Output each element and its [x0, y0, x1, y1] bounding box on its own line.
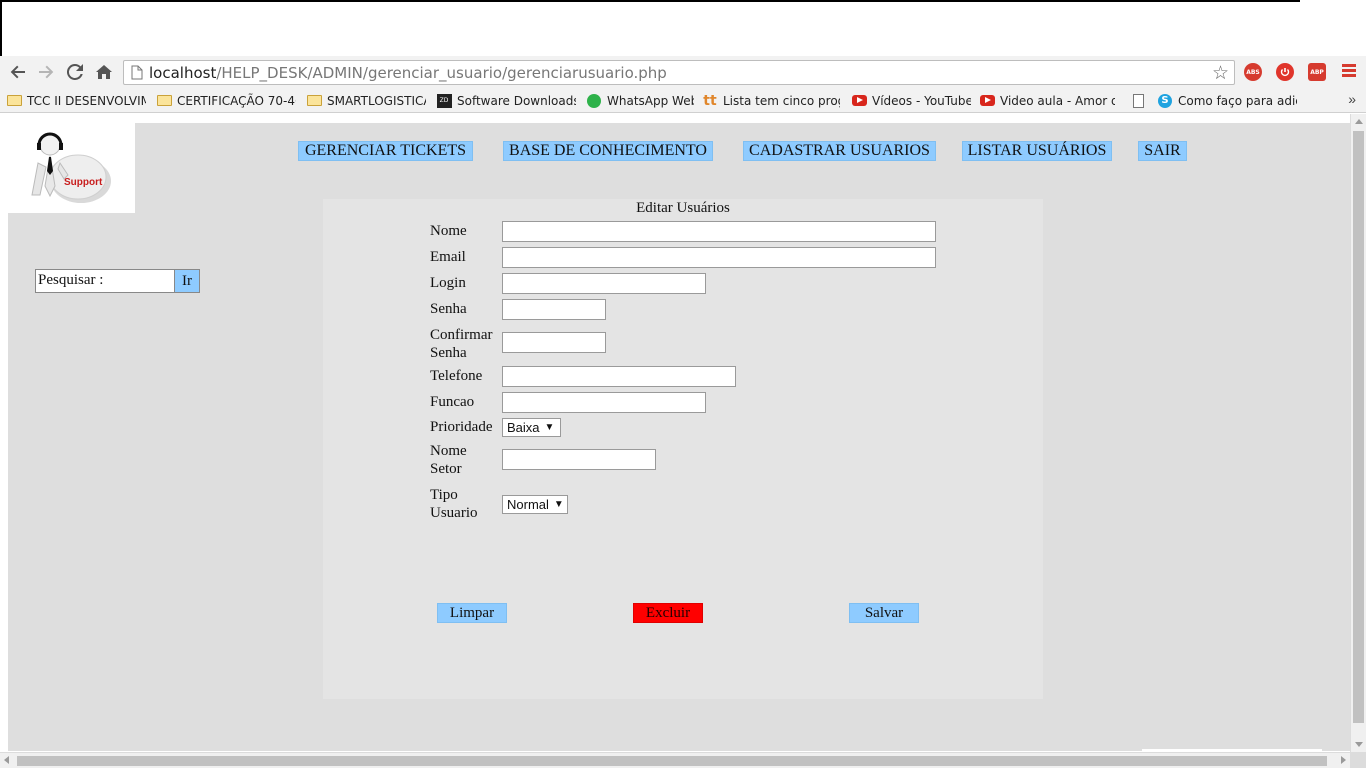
prioridade-value: Baixa	[507, 420, 540, 435]
page-viewport: Support GERENCIAR TICKETS BASE DE CONHEC…	[0, 114, 1366, 768]
prioridade-label: Prioridade	[430, 419, 493, 435]
bookmark-item[interactable]	[1130, 92, 1150, 109]
confirmar-senha-label: Confirmar Senha	[430, 327, 493, 361]
search-go-button[interactable]: Ir	[174, 269, 200, 293]
youtube-icon	[851, 95, 867, 106]
document-icon	[1132, 93, 1144, 108]
page-icon	[131, 65, 143, 80]
nav-cadastrar-usuarios[interactable]: CADASTRAR USUARIOS	[743, 141, 936, 161]
support-logo: Support	[8, 123, 135, 213]
home-icon	[96, 65, 112, 79]
scroll-up-icon[interactable]	[1355, 119, 1363, 124]
bookmark-label: SMARTLOGISTICA	[327, 93, 426, 108]
telefone-input[interactable]	[502, 366, 736, 387]
horizontal-scrollbar[interactable]	[0, 752, 1350, 768]
email-label: Email	[430, 249, 466, 265]
scroll-right-icon[interactable]	[1341, 756, 1346, 764]
nav-sair[interactable]: SAIR	[1138, 141, 1187, 161]
confirmar-senha-input[interactable]	[502, 332, 606, 353]
nav-gerenciar-tickets[interactable]: GERENCIAR TICKETS	[298, 141, 473, 161]
browser-toolbar: localhost/HELP_DESK/ADMIN/gerenciar_usua…	[0, 56, 1366, 88]
tt-icon: tt	[703, 92, 717, 109]
bookmark-label: Como faço para adicio	[1178, 93, 1297, 108]
email-input[interactable]	[502, 247, 936, 268]
bookmark-label: TCC II DESENVOLVIME	[27, 93, 146, 108]
browser-menu-icon[interactable]	[1342, 64, 1356, 78]
bookmark-label: Video aula - Amor de	[1000, 93, 1115, 108]
scroll-left-icon[interactable]	[4, 756, 9, 764]
bookmark-item[interactable]: S Como faço para adicio	[1157, 92, 1297, 109]
form-title: Editar Usuários	[636, 200, 730, 216]
bookmark-item[interactable]: CERTIFICAÇÃO 70-46	[156, 92, 296, 109]
forward-button[interactable]	[34, 60, 58, 84]
back-button[interactable]	[6, 60, 30, 84]
login-label: Login	[430, 275, 466, 291]
back-arrow-icon	[10, 65, 25, 79]
login-input[interactable]	[502, 273, 706, 294]
salvar-button[interactable]: Salvar	[849, 603, 919, 623]
bookmark-label: Vídeos - YouTube	[872, 93, 971, 108]
scroll-down-icon[interactable]	[1355, 742, 1363, 747]
scrollbar-corner	[1350, 752, 1366, 768]
nav-base-de-conhecimento[interactable]: BASE DE CONHECIMENTO	[503, 141, 713, 161]
nome-label: Nome	[430, 223, 467, 239]
window-left-edge	[0, 0, 2, 56]
zd-icon: ZD	[436, 93, 452, 108]
skype-icon: S	[1158, 93, 1172, 108]
whatsapp-icon	[587, 93, 601, 108]
more-bookmarks-icon[interactable]: »	[1348, 91, 1356, 107]
telefone-label: Telefone	[430, 368, 483, 384]
prioridade-select[interactable]: Baixa ▼	[502, 418, 561, 437]
bookmark-item[interactable]: TCC II DESENVOLVIME	[6, 92, 146, 109]
bookmark-item[interactable]: Vídeos - YouTube	[851, 92, 971, 109]
stop-icon[interactable]	[1276, 63, 1294, 81]
edit-user-form: Editar Usuários Nome Email Login Senha C…	[323, 199, 1043, 699]
bookmark-label: Software Downloads |	[457, 93, 576, 108]
bookmark-item[interactable]: tt Lista tem cinco progra	[702, 92, 840, 109]
svg-text:Support: Support	[64, 177, 103, 188]
vertical-scrollbar[interactable]	[1350, 114, 1366, 752]
nome-setor-label: Nome Setor	[430, 443, 467, 477]
adblock-icon[interactable]: ABP	[1308, 63, 1326, 81]
bookmark-label: Lista tem cinco progra	[723, 93, 840, 108]
reload-icon	[67, 64, 83, 80]
tipo-usuario-value: Normal	[507, 497, 549, 512]
senha-input[interactable]	[502, 299, 606, 320]
reload-button[interactable]	[63, 60, 87, 84]
bookmark-label: WhatsApp Web	[607, 93, 694, 108]
dropdown-arrow-icon: ▼	[553, 499, 564, 510]
home-button[interactable]	[92, 60, 116, 84]
nav-listar-usuarios[interactable]: LISTAR USUÁRIOS	[962, 141, 1112, 161]
address-bar[interactable]: localhost/HELP_DESK/ADMIN/gerenciar_usua…	[123, 60, 1235, 85]
funcao-input[interactable]	[502, 392, 706, 413]
tipo-usuario-select[interactable]: Normal ▼	[502, 495, 568, 514]
folder-icon	[156, 95, 172, 106]
limpar-button[interactable]: Limpar	[437, 603, 507, 623]
bookmark-label: CERTIFICAÇÃO 70-46	[177, 93, 296, 108]
dropdown-arrow-icon: ▼	[544, 422, 555, 433]
bookmark-item[interactable]: ZD Software Downloads |	[436, 92, 576, 109]
folder-icon	[6, 95, 22, 106]
scroll-thumb[interactable]	[17, 756, 1327, 766]
senha-label: Senha	[430, 301, 467, 317]
youtube-icon	[979, 95, 995, 106]
bookmark-item[interactable]: Video aula - Amor de	[979, 92, 1115, 109]
bookmark-item[interactable]: SMARTLOGISTICA	[306, 92, 426, 109]
nome-input[interactable]	[502, 221, 936, 242]
bookmark-item[interactable]: WhatsApp Web	[586, 92, 694, 109]
bookmark-star-icon[interactable]: ☆	[1212, 62, 1229, 85]
search-input[interactable]: Pesquisar :	[35, 269, 175, 293]
page-body: Support GERENCIAR TICKETS BASE DE CONHEC…	[8, 123, 1350, 759]
scroll-thumb[interactable]	[1353, 131, 1364, 723]
tipo-usuario-label: Tipo Usuario	[430, 487, 478, 521]
excluir-button[interactable]: Excluir	[633, 603, 703, 623]
window-top-edge	[0, 0, 1300, 2]
funcao-label: Funcao	[430, 394, 475, 410]
forward-arrow-icon	[39, 65, 54, 79]
abs-icon[interactable]: ABS	[1244, 63, 1262, 81]
url-text: localhost/HELP_DESK/ADMIN/gerenciar_usua…	[149, 64, 667, 82]
folder-icon	[306, 95, 322, 106]
nome-setor-input[interactable]	[502, 449, 656, 470]
bookmarks-bar: TCC II DESENVOLVIME CERTIFICAÇÃO 70-46 S…	[0, 88, 1366, 113]
